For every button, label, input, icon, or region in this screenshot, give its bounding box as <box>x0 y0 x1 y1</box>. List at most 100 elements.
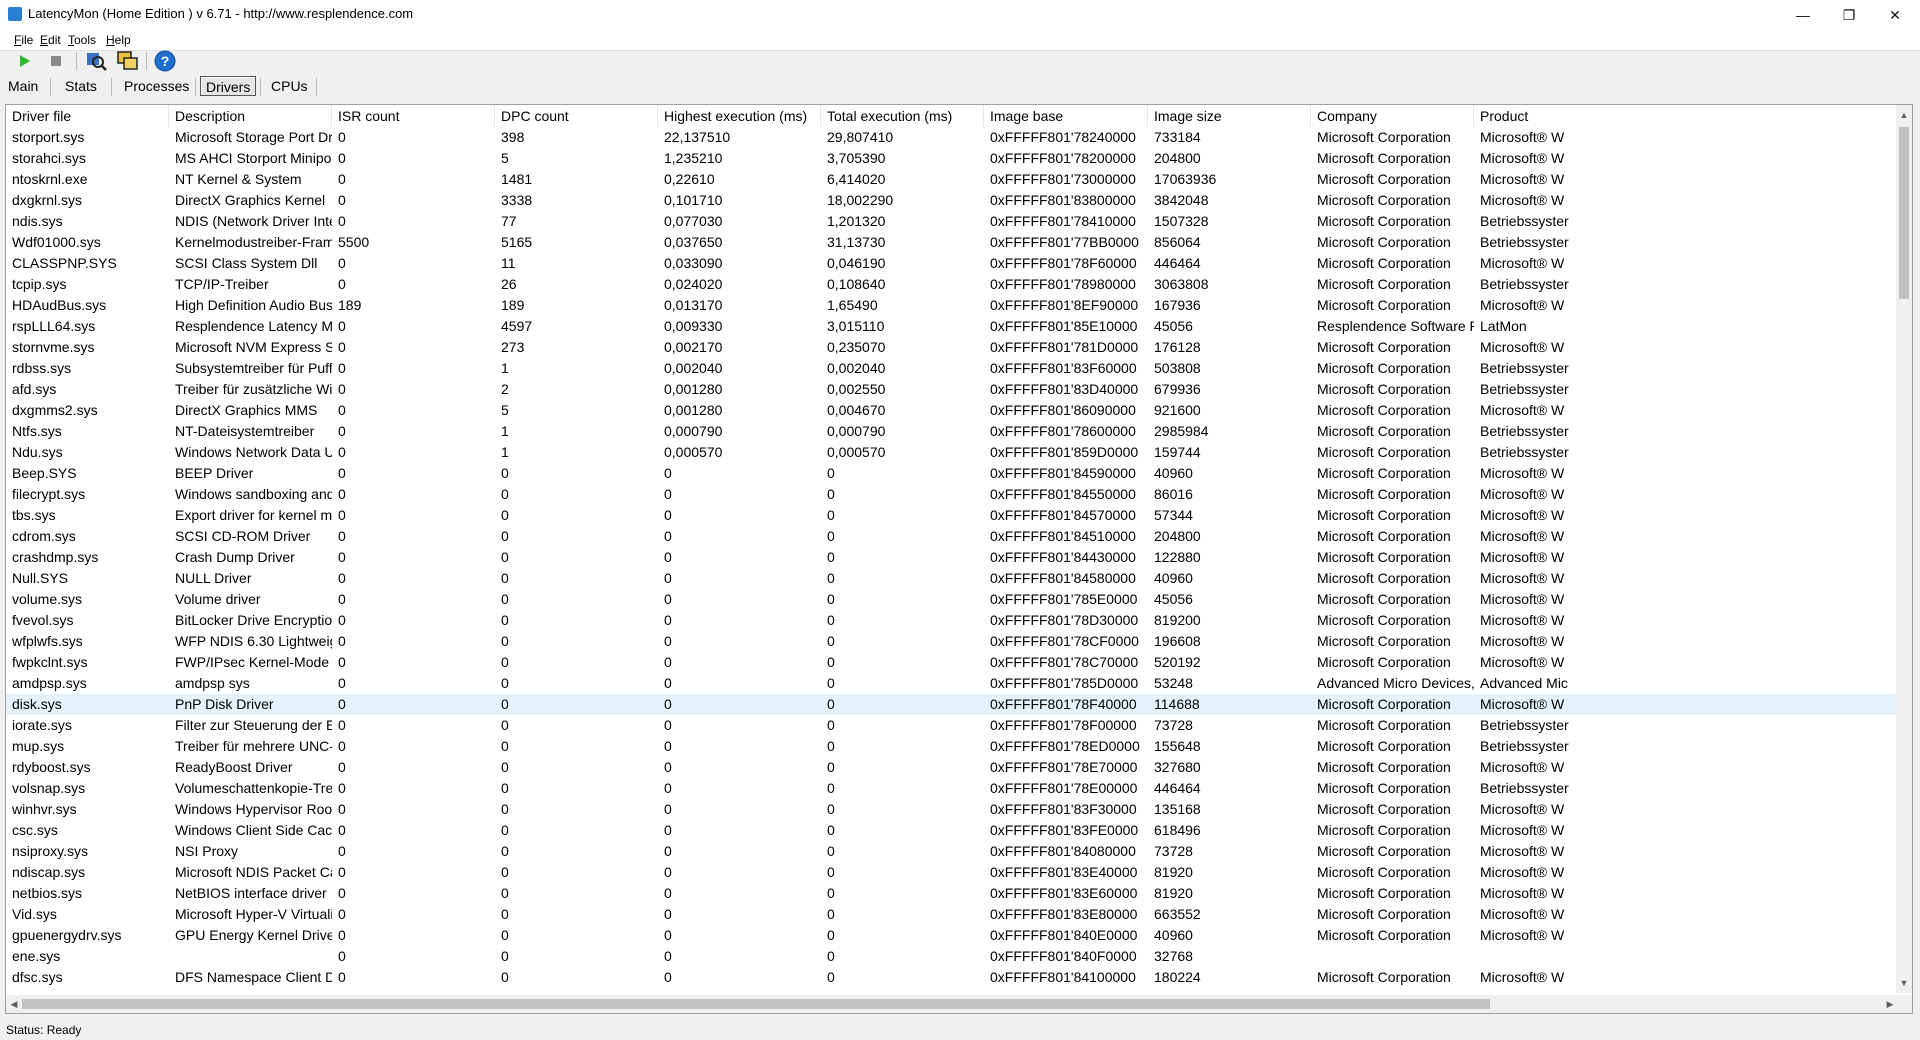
cell-isr-count: 0 <box>338 129 346 145</box>
table-row[interactable]: fwpkclnt.sys FWP/IPsec Kernel-Mode API 0 0 0… <box>6 652 1898 673</box>
header-col-image-base[interactable]: Image base <box>984 105 1148 127</box>
cell-product: Microsoft® W <box>1480 822 1565 838</box>
table-row[interactable]: rdbss.sys Subsystemtreiber für Puffer... 0… <box>6 358 1898 379</box>
table-row[interactable]: volsnap.sys Volumeschattenkopie-Treiber 0 0… <box>6 778 1898 799</box>
table-row[interactable]: Ntfs.sys NT-Dateisystemtreiber 0 1 0,000790 0… <box>6 421 1898 442</box>
tab-processes[interactable]: Processes <box>119 76 194 96</box>
header-col-dpc-count[interactable]: DPC count <box>495 105 658 127</box>
cell-driver-file: iorate.sys <box>12 717 72 733</box>
scroll-up-icon[interactable]: ▲ <box>1896 107 1912 123</box>
table-row[interactable]: netbios.sys NetBIOS interface driver 0 0 0 0 0… <box>6 883 1898 904</box>
table-row[interactable]: iorate.sys Filter zur Steuerung der E/A-.… <box>6 715 1898 736</box>
tab-stats[interactable]: Stats <box>60 76 102 96</box>
table-row[interactable]: dxgkrnl.sys DirectX Graphics Kernel 0 3338 0… <box>6 190 1898 211</box>
cell-image-size: 204800 <box>1154 150 1201 166</box>
cell-isr-count: 0 <box>338 318 346 334</box>
start-button[interactable] <box>12 50 36 72</box>
table-row[interactable]: ntoskrnl.exe NT Kernel & System 0 1481 0,226… <box>6 169 1898 190</box>
minimize-button[interactable]: — <box>1780 0 1826 30</box>
table-row[interactable]: wfplwfs.sys WFP NDIS 6.30 Lightweight ...… <box>6 631 1898 652</box>
cell-image-base: 0xFFFFF801'840E0000 <box>990 927 1138 943</box>
cell-product: Betriebssyster <box>1480 780 1569 796</box>
scroll-down-icon[interactable]: ▼ <box>1896 975 1912 991</box>
table-row[interactable]: afd.sys Treiber für zusätzliche WinS... 0 2… <box>6 379 1898 400</box>
table-row[interactable]: Null.SYS NULL Driver 0 0 0 0 0xFFFFF801'845800… <box>6 568 1898 589</box>
cell-description: NT-Dateisystemtreiber <box>175 423 315 439</box>
table-row[interactable]: storport.sys Microsoft Storage Port Drive… <box>6 127 1898 148</box>
table-row[interactable]: tbs.sys Export driver for kernel mod... 0 0… <box>6 505 1898 526</box>
menu-file[interactable]: File <box>14 33 33 47</box>
cell-highest-execution: 0,001280 <box>664 402 723 418</box>
header-col-image-size[interactable]: Image size <box>1148 105 1311 127</box>
table-row[interactable]: csc.sys Windows Client Side Cachin... 0 0 0 0… <box>6 820 1898 841</box>
cell-product: Microsoft® W <box>1480 192 1565 208</box>
cell-product: Betriebssyster <box>1480 276 1569 292</box>
cell-dpc-count: 0 <box>501 717 509 733</box>
table-row[interactable]: ndis.sys NDIS (Network Driver Interf... 0 7… <box>6 211 1898 232</box>
cell-highest-execution: 0 <box>664 843 672 859</box>
close-button[interactable]: ✕ <box>1872 0 1918 30</box>
table-row[interactable]: ndiscap.sys Microsoft NDIS Packet Capt...… <box>6 862 1898 883</box>
table-row[interactable]: Vid.sys Microsoft Hyper-V Virtualizati...… <box>6 904 1898 925</box>
table-row[interactable]: amdpsp.sys amdpsp sys 0 0 0 0 0xFFFFF801'785D0… <box>6 673 1898 694</box>
cell-description: Microsoft NDIS Packet Capt... <box>175 864 332 880</box>
table-row[interactable]: disk.sys PnP Disk Driver 0 0 0 0 0xFFFFF801'78… <box>6 694 1898 715</box>
table-row[interactable]: dfsc.sys DFS Namespace Client Driver 0 0 0 0 0… <box>6 967 1898 988</box>
analyze-button[interactable] <box>84 50 108 72</box>
stop-button[interactable] <box>44 50 68 72</box>
cell-driver-file: disk.sys <box>12 696 62 712</box>
header-col-product[interactable]: Product <box>1474 105 1898 127</box>
table-row[interactable]: fvevol.sys BitLocker Drive Encryption ...… <box>6 610 1898 631</box>
table-row[interactable]: tcpip.sys TCP/IP-Treiber 0 26 0,024020 0,1086… <box>6 274 1898 295</box>
table-row[interactable]: winhvr.sys Windows Hypervisor Root I... 0 0… <box>6 799 1898 820</box>
table-row[interactable]: Beep.SYS BEEP Driver 0 0 0 0 0xFFFFF801'845900… <box>6 463 1898 484</box>
cell-image-size: 81920 <box>1154 864 1193 880</box>
table-row[interactable]: storahci.sys MS AHCI Storport Miniport D.… <box>6 148 1898 169</box>
help-button[interactable]: ? <box>153 50 177 72</box>
tab-main[interactable]: Main <box>3 76 43 96</box>
vertical-scrollbar[interactable]: ▲ ▼ <box>1896 105 1912 993</box>
cell-highest-execution: 0 <box>664 465 672 481</box>
menu-help-label: elp <box>114 33 131 47</box>
cell-highest-execution: 0,013170 <box>664 297 723 313</box>
cell-isr-count: 0 <box>338 801 346 817</box>
cell-highest-execution: 22,137510 <box>664 129 731 145</box>
horizontal-scrollbar[interactable]: ◀ ▶ <box>6 995 1898 1013</box>
table-row[interactable]: ene.sys 0 0 0 0 0xFFFFF801'840F0000 32768 <box>6 946 1898 967</box>
table-row[interactable]: Ndu.sys Windows Network Data Usa... 0 1 0,00… <box>6 442 1898 463</box>
table-row[interactable]: mup.sys Treiber für mehrere UNC-An... 0 0 0 0… <box>6 736 1898 757</box>
table-row[interactable]: filecrypt.sys Windows sandboxing and e...… <box>6 484 1898 505</box>
table-row[interactable]: HDAudBus.sys High Definition Audio Bus Dr… <box>6 295 1898 316</box>
cell-description: TCP/IP-Treiber <box>175 276 269 292</box>
menu-tools[interactable]: Tools <box>68 33 96 47</box>
cell-company: Microsoft Corporation <box>1317 171 1451 187</box>
table-row[interactable]: CLASSPNP.SYS SCSI Class System Dll 0 11 0,03… <box>6 253 1898 274</box>
header-col-highest-execution[interactable]: Highest execution (ms) <box>658 105 821 127</box>
tab-cpus[interactable]: CPUs <box>266 76 313 96</box>
header-col-isr-count[interactable]: ISR count <box>332 105 495 127</box>
header-col-company[interactable]: Company <box>1311 105 1474 127</box>
table-row[interactable]: rdyboost.sys ReadyBoost Driver 0 0 0 0 0xFFFFF… <box>6 757 1898 778</box>
table-row[interactable]: nsiproxy.sys NSI Proxy 0 0 0 0 0xFFFFF801'8408… <box>6 841 1898 862</box>
table-row[interactable]: rspLLL64.sys Resplendence Latency Monit..… <box>6 316 1898 337</box>
table-row[interactable]: Wdf01000.sys Kernelmodustreiber-Framew...… <box>6 232 1898 253</box>
table-row[interactable]: volume.sys Volume driver 0 0 0 0 0xFFFFF801'78… <box>6 589 1898 610</box>
maximize-button[interactable]: ❐ <box>1826 0 1872 30</box>
table-row[interactable]: stornvme.sys Microsoft NVM Express Stor..… <box>6 337 1898 358</box>
header-col-description[interactable]: Description <box>169 105 332 127</box>
table-row[interactable]: dxgmms2.sys DirectX Graphics MMS 0 5 0,00128… <box>6 400 1898 421</box>
tab-drivers[interactable]: Drivers <box>200 76 257 96</box>
table-row[interactable]: crashdmp.sys Crash Dump Driver 0 0 0 0 0xFFFFF… <box>6 547 1898 568</box>
windows-button[interactable] <box>116 50 140 72</box>
table-row[interactable]: gpuenergydrv.sys GPU Energy Kernel Driver… <box>6 925 1898 946</box>
cell-total-execution: 0 <box>827 759 835 775</box>
cell-highest-execution: 0 <box>664 486 672 502</box>
horizontal-scroll-thumb[interactable] <box>22 999 1490 1009</box>
menu-help[interactable]: Help <box>106 33 131 47</box>
scroll-left-icon[interactable]: ◀ <box>6 996 22 1012</box>
header-col-driver-file[interactable]: Driver file <box>6 105 169 127</box>
vertical-scroll-thumb[interactable] <box>1899 127 1909 299</box>
table-row[interactable]: cdrom.sys SCSI CD-ROM Driver 0 0 0 0 0xFFFFF80… <box>6 526 1898 547</box>
menu-edit[interactable]: Edit <box>40 33 61 47</box>
header-col-total-execution[interactable]: Total execution (ms) <box>821 105 984 127</box>
